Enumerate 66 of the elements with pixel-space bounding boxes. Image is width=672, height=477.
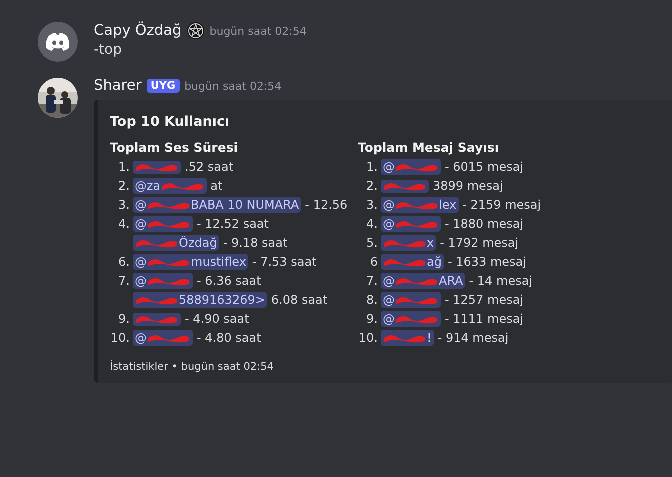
author-name[interactable]: Sharer bbox=[94, 78, 142, 94]
embed-title: Top 10 Kullanıcı bbox=[110, 114, 231, 130]
user-mention[interactable]: 5889163269> bbox=[133, 292, 268, 308]
stat-value: - 9.18 saat bbox=[223, 235, 288, 251]
list-number: 2. bbox=[366, 179, 378, 193]
list-number: 6. bbox=[118, 255, 130, 269]
stat-value: - 7.53 saat bbox=[252, 254, 317, 270]
stat-value: - 6015 mesaj bbox=[445, 159, 524, 175]
user-mention[interactable]: @ bbox=[133, 330, 193, 346]
stat-value: .52 saat bbox=[185, 159, 234, 175]
list-number: 4. bbox=[366, 217, 378, 231]
user-mention[interactable]: ağ bbox=[381, 254, 444, 270]
user-mention[interactable]: ! bbox=[381, 330, 434, 346]
user-mention[interactable]: @za bbox=[133, 178, 207, 194]
user-mention[interactable]: @ mustiflex bbox=[133, 254, 248, 270]
list-number: 1. bbox=[118, 160, 130, 174]
stat-value: - 914 mesaj bbox=[438, 330, 509, 346]
user-mention[interactable]: @ lex bbox=[381, 197, 459, 213]
stat-value: - 2159 mesaj bbox=[462, 197, 542, 213]
stat-value: - 4.90 saat bbox=[185, 311, 250, 327]
app-tag: UYG bbox=[146, 79, 180, 93]
stat-value: - 1633 mesaj bbox=[448, 254, 526, 270]
list-number: 1. bbox=[366, 160, 378, 174]
list-number: 4. bbox=[118, 217, 130, 231]
stat-value: - 1111 mesaj bbox=[445, 311, 524, 327]
timestamp: bugün saat 02:54 bbox=[210, 24, 307, 38]
timestamp: bugün saat 02:54 bbox=[184, 80, 282, 92]
list-number: 6 bbox=[370, 255, 378, 269]
user-mention[interactable]: x bbox=[381, 235, 436, 251]
list-number: 10. bbox=[110, 331, 130, 345]
list-number: 5. bbox=[366, 236, 378, 250]
stat-value: - 1792 mesaj bbox=[440, 235, 519, 251]
author-name[interactable]: Capy Özdağ bbox=[94, 23, 182, 39]
stat-value: - 1257 mesaj bbox=[445, 292, 524, 308]
embed-footer: İstatistikler • bugün saat 02:54 bbox=[110, 361, 662, 373]
list-number: 8. bbox=[366, 293, 378, 307]
field-title: Toplam Mesaj Sayısı bbox=[358, 140, 500, 155]
user-mention[interactable]: @ bbox=[133, 273, 193, 289]
stat-value: 6.08 saat bbox=[271, 292, 328, 308]
user-mention[interactable]: @ BABA 10 NUMARA bbox=[133, 197, 302, 213]
user-mention[interactable]: @ bbox=[381, 216, 441, 232]
stat-value: - 14 mesaj bbox=[469, 273, 533, 289]
stat-value: at bbox=[210, 178, 223, 194]
list-number: 9. bbox=[118, 312, 130, 326]
user-mention[interactable]: @ bbox=[381, 159, 441, 175]
stat-value: - 12.52 saat bbox=[197, 216, 269, 232]
user-mention[interactable]: @ bbox=[381, 292, 441, 308]
list-number: 9. bbox=[366, 312, 378, 326]
list-number: 7. bbox=[118, 274, 130, 288]
stat-value: - 6.36 saat bbox=[197, 273, 262, 289]
user-mention[interactable]: @ bbox=[381, 311, 441, 327]
message-text: -top bbox=[94, 42, 123, 58]
avatar-icon[interactable] bbox=[38, 22, 78, 62]
stat-value: - 12.56 bbox=[305, 197, 348, 213]
list-number: 7. bbox=[366, 274, 378, 288]
list-number: 2. bbox=[118, 179, 130, 193]
stat-value: - 1880 mesaj bbox=[445, 216, 524, 232]
stat-value: - 4.80 saat bbox=[197, 330, 262, 346]
list-number: 3. bbox=[118, 198, 130, 212]
list-number: 10. bbox=[358, 331, 378, 345]
user-mention[interactable]: @ bbox=[133, 216, 193, 232]
stat-value: 3899 mesaj bbox=[433, 178, 504, 194]
user-mention[interactable]: Özdağ bbox=[133, 235, 220, 251]
user-mention[interactable]: @ ARA bbox=[381, 273, 466, 289]
list-number: 3. bbox=[366, 198, 378, 212]
field-title: Toplam Ses Süresi bbox=[110, 140, 240, 155]
